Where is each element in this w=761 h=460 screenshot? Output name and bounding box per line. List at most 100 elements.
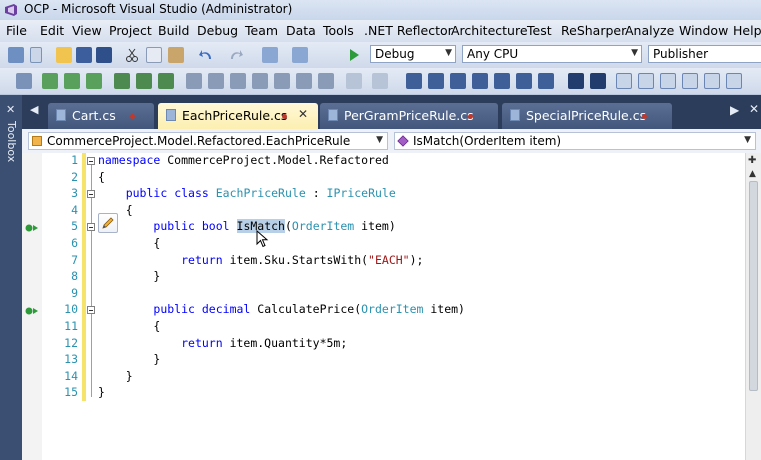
menu-net-reflector[interactable]: .NET Reflector (364, 23, 453, 38)
toolbar-button-3[interactable] (64, 73, 80, 89)
menu-team[interactable]: Team (245, 23, 278, 38)
menu-tools[interactable]: Tools (323, 23, 354, 38)
toolbar-button-20[interactable] (472, 73, 488, 89)
scroll-tabs-right-icon[interactable]: ▶ (730, 103, 739, 117)
toolbar-button-15[interactable] (346, 73, 362, 89)
redo-icon[interactable] (228, 47, 244, 63)
add-item-icon[interactable] (30, 47, 42, 63)
pin-icon[interactable]: ✕ (6, 103, 15, 116)
toolbar-button-27[interactable] (638, 73, 654, 89)
tab-label: Cart.cs (72, 108, 116, 123)
navigate-forward-icon[interactable] (292, 47, 308, 63)
menu-build[interactable]: Build (158, 23, 189, 38)
close-icon[interactable]: ✕ (298, 107, 308, 121)
save-all-icon[interactable] (96, 47, 112, 63)
menu-resharper[interactable]: ReSharper (561, 23, 626, 38)
toolbar-button-1[interactable] (16, 73, 32, 89)
line-number: 11 (64, 319, 78, 333)
implementation-icon[interactable] (25, 306, 39, 316)
toolbar-button-21[interactable] (494, 73, 510, 89)
platform-select[interactable]: Any CPU ▼ (462, 45, 642, 63)
edit-action-button[interactable] (98, 213, 118, 233)
undo-icon[interactable] (198, 47, 214, 63)
menu-test[interactable]: Test (527, 23, 552, 38)
toolbar-button-31[interactable] (726, 73, 742, 89)
code-line: return item.Quantity*5m; (98, 336, 347, 352)
toolbar-button-17[interactable] (406, 73, 422, 89)
toolbar-button-30[interactable] (704, 73, 720, 89)
fold-toggle[interactable] (87, 190, 95, 198)
fold-toggle[interactable] (87, 223, 95, 231)
menu-help[interactable]: Help (733, 23, 761, 38)
toolbar-button-22[interactable] (516, 73, 532, 89)
tab-eachpricerule[interactable]: EachPriceRule.cs ✕ (158, 103, 318, 129)
close-icon[interactable]: ✕ (749, 102, 759, 116)
menu-view[interactable]: View (72, 23, 102, 38)
menu-analyze[interactable]: Analyze (625, 23, 674, 38)
cut-icon[interactable] (124, 47, 140, 63)
toolbar-button-6[interactable] (136, 73, 152, 89)
save-icon[interactable] (76, 47, 92, 63)
fold-toggle[interactable] (87, 157, 95, 165)
scroll-up-icon[interactable]: ▲ (749, 169, 756, 179)
toolbar-button-28[interactable] (660, 73, 676, 89)
tab-cart[interactable]: Cart.cs (48, 103, 154, 129)
toolbar-button-11[interactable] (252, 73, 268, 89)
code-editor[interactable]: 1 2 3 4 5 6 7 8 9 10 11 12 13 14 15 name… (22, 153, 761, 460)
scroll-tabs-left-icon[interactable]: ◀ (30, 103, 38, 116)
configuration-select[interactable]: Debug ▼ (370, 45, 456, 63)
configuration-value: Debug (375, 47, 415, 61)
code-line: } (98, 385, 105, 401)
menu-project[interactable]: Project (109, 23, 152, 38)
toolbar-button-7[interactable] (158, 73, 174, 89)
toolbar-button-13[interactable] (296, 73, 312, 89)
toolbar-button-4[interactable] (86, 73, 102, 89)
toolbar-button-24[interactable] (568, 73, 584, 89)
line-number: 8 (71, 269, 78, 284)
code-token: decimal (201, 302, 251, 317)
toolbox-label[interactable]: Toolbox (4, 121, 18, 162)
tab-pergrampricerule[interactable]: PerGramPriceRule.cs (320, 103, 498, 129)
title-bar: OCP - Microsoft Visual Studio (Administr… (0, 0, 761, 20)
line-number: 7 (71, 252, 78, 267)
scrollbar-thumb[interactable] (749, 181, 758, 391)
toolbar-button-9[interactable] (208, 73, 224, 89)
chevron-down-icon: ▼ (631, 48, 638, 58)
toolbar-button-26[interactable] (616, 73, 632, 89)
toolbar-button-23[interactable] (538, 73, 554, 89)
implementation-icon[interactable] (25, 223, 39, 233)
member-dropdown[interactable]: IsMatch(OrderItem item) ▼ (394, 132, 756, 150)
toolbar-button-8[interactable] (186, 73, 202, 89)
platform-value: Any CPU (467, 47, 519, 61)
toolbar-button-29[interactable] (682, 73, 698, 89)
toolbar-button-5[interactable] (114, 73, 130, 89)
new-project-icon[interactable] (8, 47, 24, 63)
paste-icon[interactable] (168, 47, 184, 63)
toolbar-button-16[interactable] (372, 73, 388, 89)
start-debug-icon[interactable] (346, 47, 362, 63)
vertical-scrollbar[interactable]: ✚ ▲ (745, 153, 761, 460)
fold-toggle[interactable] (87, 306, 95, 314)
menu-debug[interactable]: Debug (197, 23, 238, 38)
toolbar-button-14[interactable] (318, 73, 334, 89)
toolbar-button-25[interactable] (590, 73, 606, 89)
toolbar-button-2[interactable] (42, 73, 58, 89)
menu-window[interactable]: Window (679, 23, 728, 38)
text-editor-toolbar (0, 68, 761, 95)
menu-data[interactable]: Data (286, 23, 316, 38)
type-dropdown[interactable]: CommerceProject.Model.Refactored.EachPri… (28, 132, 388, 150)
toolbar-button-19[interactable] (450, 73, 466, 89)
split-window-icon[interactable]: ✚ (748, 155, 756, 166)
menu-file[interactable]: File (6, 23, 27, 38)
toolbar-button-10[interactable] (230, 73, 246, 89)
toolbar-button-18[interactable] (428, 73, 444, 89)
copy-icon[interactable] (146, 47, 162, 63)
tab-specialpricerule[interactable]: SpecialPriceRule.cs (502, 103, 672, 129)
menu-edit[interactable]: Edit (40, 23, 64, 38)
navigate-backward-icon[interactable] (262, 47, 278, 63)
toolbox-strip[interactable]: ✕ Toolbox (0, 95, 22, 460)
open-icon[interactable] (56, 47, 72, 63)
menu-architecture[interactable]: Architecture (451, 23, 528, 38)
toolbar-button-12[interactable] (274, 73, 290, 89)
search-combo[interactable]: Publisher (648, 45, 761, 63)
